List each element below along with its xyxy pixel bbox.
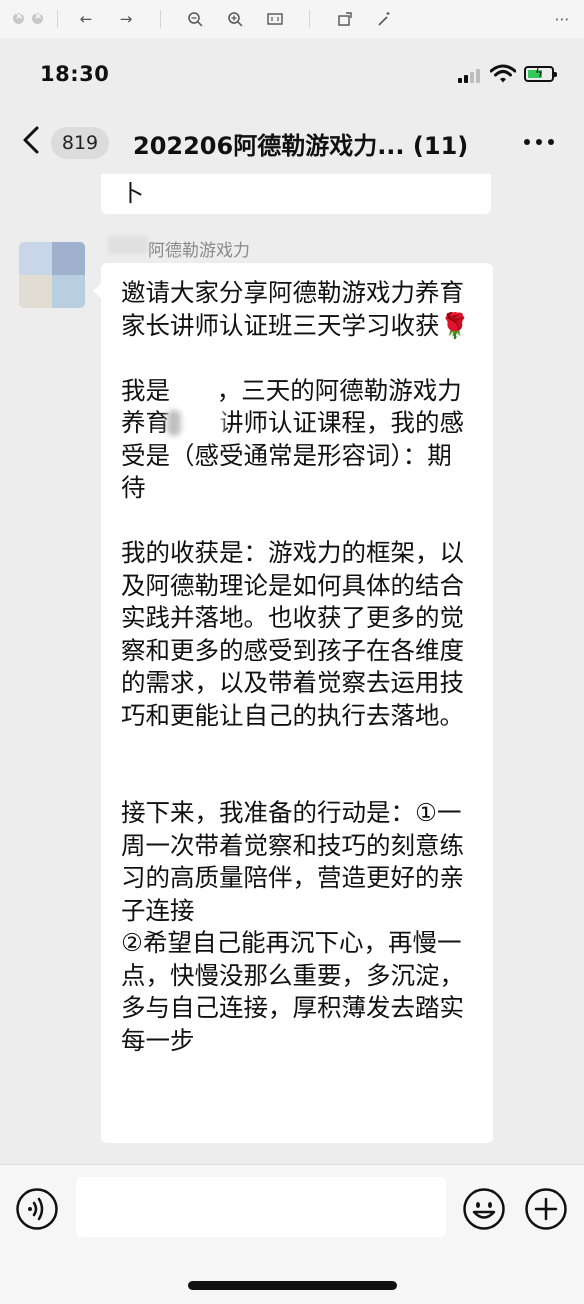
toolbar-divider <box>309 10 310 28</box>
zoom-in-icon[interactable] <box>225 9 245 29</box>
voice-icon[interactable] <box>15 1187 59 1231</box>
redacted-name-blur <box>167 406 223 440</box>
clock-time: 18:30 <box>40 62 110 86</box>
viewer-toolbar: ← → ⋯ <box>0 0 584 39</box>
message-input[interactable] <box>76 1177 446 1237</box>
previous-message-bubble[interactable]: 卜 <box>101 174 491 214</box>
message-text: 邀请大家分享阿德勒游戏力养育家长讲师认证班三天学习收获🌹 我是 ，三天的阿德勒游… <box>121 278 471 1055</box>
status-bar: 18:30 ϟ <box>0 38 584 110</box>
magic-wand-icon[interactable] <box>374 9 394 29</box>
sender-name-redacted <box>108 236 148 254</box>
battery-icon: ϟ <box>524 66 557 82</box>
wifi-icon <box>489 64 517 88</box>
input-bar <box>0 1164 584 1304</box>
more-icon[interactable]: ⋯ <box>552 9 572 29</box>
sender-avatar[interactable] <box>19 242 85 308</box>
plus-icon[interactable] <box>524 1187 568 1231</box>
minimize-icon[interactable] <box>32 11 43 24</box>
charging-bolt-icon: ϟ <box>535 66 543 80</box>
toolbar-divider <box>160 10 161 28</box>
back-arrow-icon[interactable]: ← <box>76 9 96 29</box>
previous-message-text: 卜 <box>121 181 144 207</box>
zoom-out-icon[interactable] <box>185 9 205 29</box>
toolbar-divider <box>57 10 58 28</box>
forward-arrow-icon[interactable]: → <box>116 9 136 29</box>
signal-icon <box>458 67 486 83</box>
close-icon[interactable] <box>13 11 24 24</box>
chat-title: 202206阿德勒游戏力... (11) <box>133 132 469 160</box>
chat-nav-bar: 819 202206阿德勒游戏力... (11) <box>0 110 584 174</box>
fit-icon[interactable] <box>265 9 285 29</box>
sender-name: 阿德勒游戏力 <box>148 241 250 261</box>
unread-count-badge[interactable]: 819 <box>51 127 109 159</box>
back-chevron-icon[interactable] <box>20 125 44 155</box>
message-bubble[interactable]: 邀请大家分享阿德勒游戏力养育家长讲师认证班三天学习收获🌹 我是 ，三天的阿德勒游… <box>93 263 493 1143</box>
chat-more-icon[interactable] <box>524 139 556 147</box>
home-indicator[interactable] <box>188 1281 397 1290</box>
rotate-icon[interactable] <box>335 9 355 29</box>
chat-messages[interactable]: 卜 阿德勒游戏力 邀请大家分享阿德勒游戏力养育家长讲师认证班三天学习收获🌹 我是… <box>0 174 584 1164</box>
emoji-icon[interactable] <box>462 1187 506 1231</box>
